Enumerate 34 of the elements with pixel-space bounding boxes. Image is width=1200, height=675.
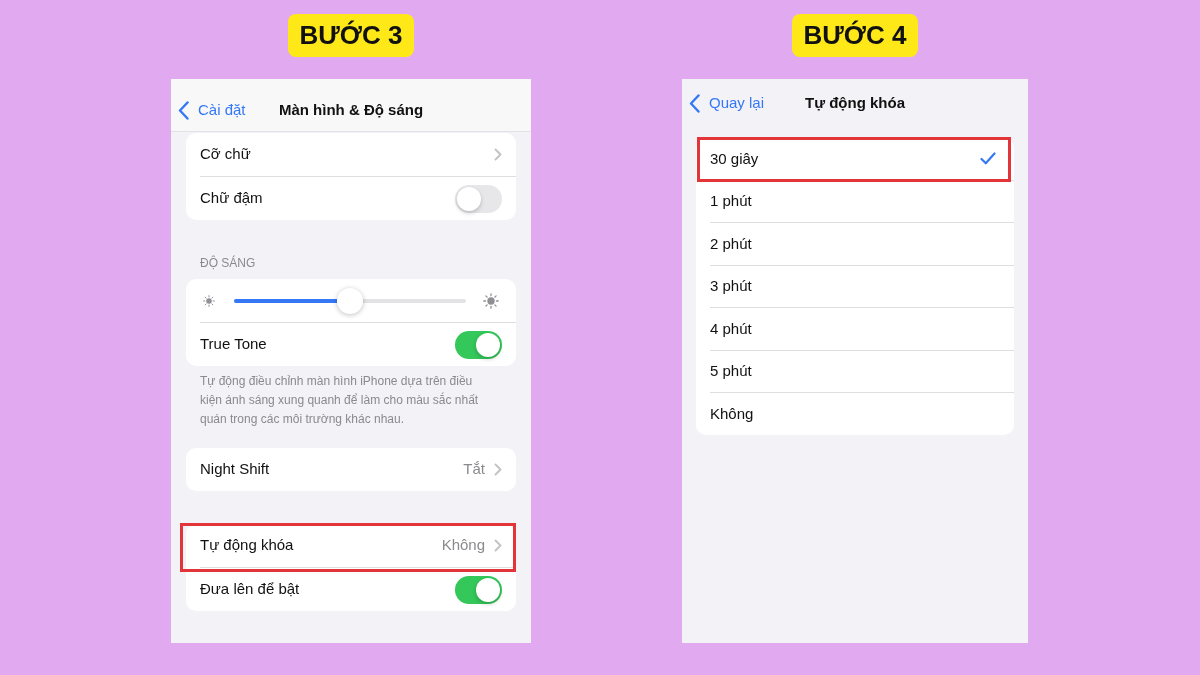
option-row[interactable]: 30 giây bbox=[696, 138, 1014, 180]
sun-icon bbox=[203, 294, 215, 307]
setting-label: Chữ đậm bbox=[200, 188, 264, 209]
settings-row[interactable]: Night Shift Tắt bbox=[186, 448, 516, 491]
settings-row[interactable]: Tự động khóa Không bbox=[186, 524, 516, 567]
toggle-switch[interactable] bbox=[455, 575, 502, 604]
setting-value: Không bbox=[441, 535, 485, 556]
footnote-text: Tự động điều chỉnh màn hình iPhone dựa trên điều kiện ánh sáng xung quanh để làm cho màu sắc nhất quán trong các môi trường khác nhau. bbox=[199, 373, 480, 428]
option-row[interactable]: Không bbox=[696, 393, 1014, 435]
option-row[interactable]: 1 phút bbox=[696, 180, 1014, 222]
setting-value: Tắt bbox=[463, 459, 485, 480]
chevron-left-icon bbox=[689, 93, 700, 113]
nav-title: Màn hình & Độ sáng bbox=[278, 100, 424, 120]
sun-icon bbox=[483, 292, 499, 309]
back-button[interactable]: Cài đặt bbox=[178, 100, 246, 120]
chevron-left-icon bbox=[178, 100, 189, 120]
toggle-switch[interactable] bbox=[455, 184, 502, 213]
option-row[interactable]: 5 phút bbox=[696, 350, 1014, 392]
setting-label: Đưa lên để bật bbox=[200, 579, 301, 600]
option-row[interactable]: 3 phút bbox=[696, 265, 1014, 307]
step-badge: BƯỚC 4 bbox=[791, 14, 919, 57]
nav-title: Tự động khóa bbox=[805, 93, 905, 113]
option-row[interactable]: 2 phút bbox=[696, 223, 1014, 265]
settings-row[interactable]: Cỡ chữ bbox=[186, 133, 516, 176]
setting-label: True Tone bbox=[200, 334, 268, 355]
chevron-right-icon bbox=[494, 463, 502, 476]
section-header: ĐỘ SÁNG bbox=[199, 256, 257, 270]
step-badge: BƯỚC 3 bbox=[287, 14, 415, 57]
toggle-switch[interactable] bbox=[455, 330, 502, 359]
slider-thumb[interactable] bbox=[337, 287, 363, 314]
chevron-right-icon bbox=[494, 148, 502, 161]
back-button[interactable]: Quay lại bbox=[689, 93, 765, 113]
chevron-right-icon bbox=[494, 539, 502, 552]
option-row[interactable]: 4 phút bbox=[696, 308, 1014, 350]
